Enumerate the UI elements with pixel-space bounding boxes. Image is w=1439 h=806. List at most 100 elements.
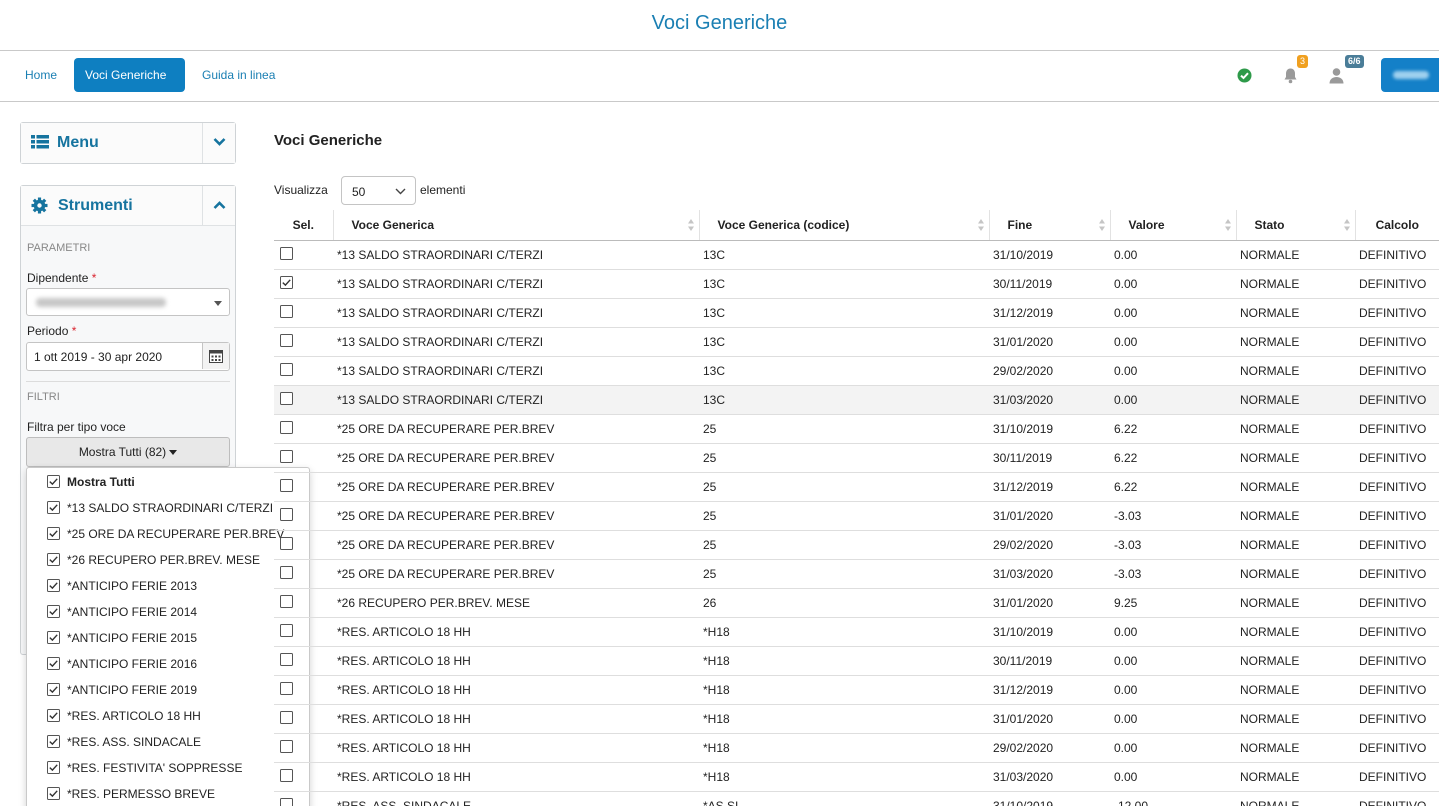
checkbox[interactable] [47,475,60,491]
filter-option[interactable]: *ANTICIPO FERIE 2019 [27,677,309,703]
row-select[interactable] [274,588,333,618]
row-select[interactable] [274,240,333,270]
filter-option[interactable]: *ANTICIPO FERIE 2015 [27,625,309,651]
sort-icon[interactable] [1098,218,1106,235]
employee-name-redacted [36,298,166,307]
checkbox[interactable] [47,761,60,777]
table-row[interactable]: *25 ORE DA RECUPERARE PER.BREV 25 31/12/20… [274,472,1439,502]
table-row[interactable]: *13 SALDO STRAORDINARI C/TERZI 13C 29/02/2… [274,356,1439,386]
filter-option[interactable]: *ANTICIPO FERIE 2013 [27,573,309,599]
col-calcolo[interactable]: Calcolo [1354,210,1439,241]
page-size-value: 50 [352,185,366,199]
menu-panel-header[interactable]: Menu [21,123,235,163]
checkbox[interactable] [47,605,60,621]
row-select[interactable] [274,414,333,444]
menu-panel: Menu [20,122,236,164]
checkbox[interactable] [47,527,60,543]
user-icon[interactable] [1328,67,1345,87]
tools-panel-header[interactable]: Strumenti [21,186,235,226]
row-select[interactable] [274,733,333,763]
cell-calcolo: DEFINITIVO [1355,675,1439,705]
col-stato[interactable]: Stato [1235,210,1355,241]
table-row[interactable]: *25 ORE DA RECUPERARE PER.BREV 25 30/11/20… [274,443,1439,473]
table-row[interactable]: *13 SALDO STRAORDINARI C/TERZI 13C 31/03/2… [274,385,1439,415]
filter-type-button[interactable]: Mostra Tutti (82) [26,437,230,467]
col-voce-generica[interactable]: Voce Generica [332,210,699,241]
table-row[interactable]: *26 RECUPERO PER.BREV. MESE 26 31/01/2020 9… [274,588,1439,618]
checkbox-icon [47,787,60,800]
row-select[interactable] [274,617,333,647]
user-menu-button[interactable] [1381,58,1439,92]
row-select[interactable] [274,530,333,560]
nav-voci-generiche[interactable]: Voci Generiche [74,58,185,92]
row-select[interactable] [274,675,333,705]
checkbox[interactable] [47,501,60,517]
checkbox[interactable] [47,683,60,699]
bell-icon[interactable] [1282,67,1299,87]
table-row[interactable]: *RES. ARTICOLO 18 HH *H18 29/02/2020 0.00 NO… [274,733,1439,763]
period-input[interactable]: 1 ott 2019 - 30 apr 2020 [26,342,230,371]
table-row[interactable]: *13 SALDO STRAORDINARI C/TERZI 13C 31/01/2… [274,327,1439,357]
row-select[interactable] [274,472,333,502]
row-select[interactable] [274,501,333,531]
sort-icon[interactable] [1343,218,1351,235]
row-select[interactable] [274,356,333,386]
checkbox[interactable] [47,631,60,647]
filter-option[interactable]: Mostra Tutti [27,469,309,495]
row-select[interactable] [274,762,333,792]
nav-home[interactable]: Home [14,58,68,92]
filter-option[interactable]: *RES. ARTICOLO 18 HH [27,703,309,729]
row-select[interactable] [274,385,333,415]
employee-select[interactable] [26,288,230,316]
cell-calcolo: DEFINITIVO [1355,733,1439,763]
tools-toggle[interactable] [202,186,235,226]
nav-guida-in-linea[interactable]: Guida in linea [191,58,286,92]
table-row[interactable]: *25 ORE DA RECUPERARE PER.BREV 25 31/10/20… [274,414,1439,444]
col-valore[interactable]: Valore [1109,210,1236,241]
row-select[interactable] [274,559,333,589]
row-select[interactable] [274,791,333,806]
checkbox[interactable] [47,787,60,803]
table-row[interactable]: *25 ORE DA RECUPERARE PER.BREV 25 31/01/20… [274,501,1439,531]
cell-fine: 31/12/2019 [989,675,1110,705]
filter-option[interactable]: *RES. PERMESSO BREVE [27,781,309,806]
sort-icon[interactable] [687,218,695,235]
filter-option[interactable]: *25 ORE DA RECUPERARE PER.BREV [27,521,309,547]
filter-option[interactable]: *13 SALDO STRAORDINARI C/TERZI [27,495,309,521]
row-select[interactable] [274,704,333,734]
row-select[interactable] [274,298,333,328]
filter-option[interactable]: *RES. ASS. SINDACALE [27,729,309,755]
table-row[interactable]: *RES. ASS. SINDACALE *AS.SI 31/10/2019 -12.… [274,791,1439,806]
row-select[interactable] [274,646,333,676]
row-select[interactable] [274,443,333,473]
menu-toggle[interactable] [202,123,235,163]
sort-icon[interactable] [977,218,985,235]
col-codice[interactable]: Voce Generica (codice) [698,210,989,241]
table-row[interactable]: *13 SALDO STRAORDINARI C/TERZI 13C 31/12/2… [274,298,1439,328]
checkbox[interactable] [47,735,60,751]
table-row[interactable]: *25 ORE DA RECUPERARE PER.BREV 25 29/02/20… [274,530,1439,560]
row-select[interactable] [274,269,333,299]
filter-option[interactable]: *26 RECUPERO PER.BREV. MESE [27,547,309,573]
row-select[interactable] [274,327,333,357]
sort-icon[interactable] [1224,218,1232,235]
checkbox[interactable] [47,709,60,725]
table-row[interactable]: *RES. ARTICOLO 18 HH *H18 30/11/2019 0.00 NO… [274,646,1439,676]
check-circle-icon[interactable] [1237,68,1252,86]
table-row[interactable]: *13 SALDO STRAORDINARI C/TERZI 13C 30/11/2… [274,269,1439,299]
table-row[interactable]: *13 SALDO STRAORDINARI C/TERZI 13C 31/10/2… [274,240,1439,270]
table-row[interactable]: *RES. ARTICOLO 18 HH *H18 31/12/2019 0.00 NO… [274,675,1439,705]
checkbox[interactable] [47,579,60,595]
filter-option[interactable]: *ANTICIPO FERIE 2016 [27,651,309,677]
table-row[interactable]: *RES. ARTICOLO 18 HH *H18 31/10/2019 0.00 NO… [274,617,1439,647]
calendar-button[interactable] [202,343,229,369]
table-row[interactable]: *RES. ARTICOLO 18 HH *H18 31/03/2020 0.00 NO… [274,762,1439,792]
filter-option[interactable]: *RES. FESTIVITA' SOPPRESSE [27,755,309,781]
filter-option[interactable]: *ANTICIPO FERIE 2014 [27,599,309,625]
col-fine[interactable]: Fine [988,210,1110,241]
checkbox[interactable] [47,553,60,569]
table-row[interactable]: *25 ORE DA RECUPERARE PER.BREV 25 31/03/20… [274,559,1439,589]
page-size-select[interactable]: 50 [341,176,416,205]
checkbox[interactable] [47,657,60,673]
table-row[interactable]: *RES. ARTICOLO 18 HH *H18 31/01/2020 0.00 NO… [274,704,1439,734]
